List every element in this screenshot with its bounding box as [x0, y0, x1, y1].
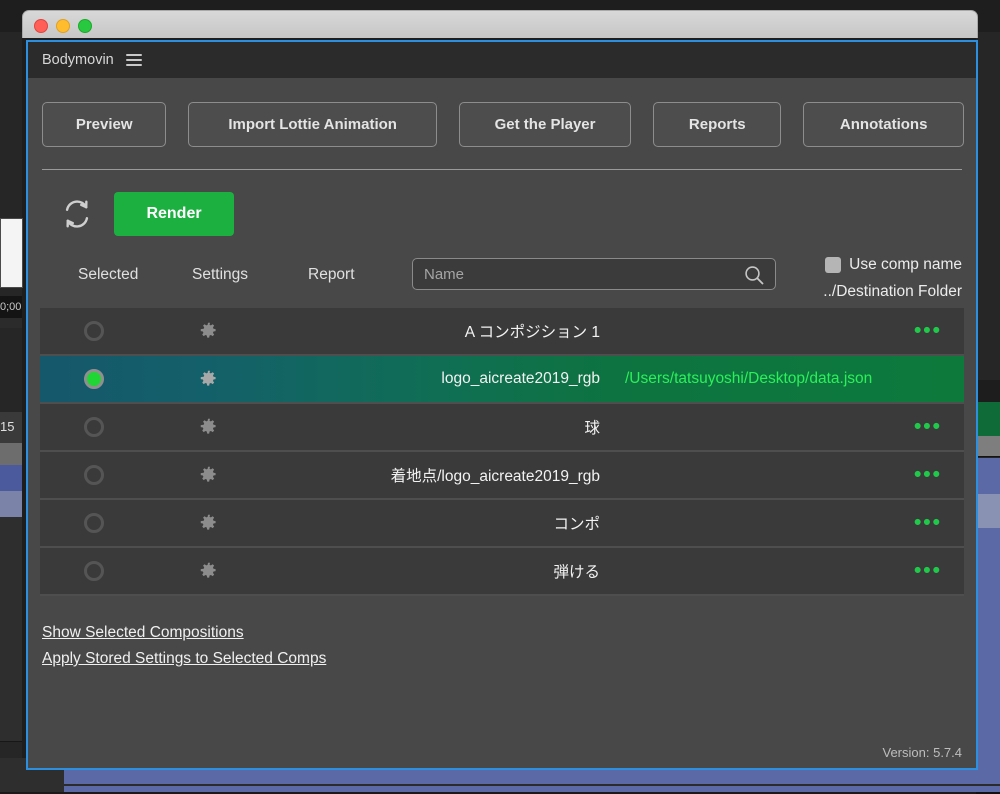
- row-menu-button[interactable]: •••: [914, 326, 942, 336]
- composition-name: 弾ける: [320, 560, 600, 582]
- table-row[interactable]: logo_aicreate2019_rgb /Users/tatsuyoshi/…: [40, 356, 964, 404]
- version-label: Version: 5.7.4: [883, 745, 963, 760]
- panel-title: Bodymovin: [42, 52, 114, 68]
- composition-name: コンポ: [320, 512, 600, 534]
- render-row: Render: [40, 170, 964, 236]
- hamburger-icon[interactable]: [126, 54, 142, 66]
- ae-frame-number: 15: [0, 412, 22, 442]
- ae-right-timeline-block: [976, 458, 1000, 496]
- composition-output-path: /Users/tatsuyoshi/Desktop/data.json: [625, 370, 872, 388]
- ae-right-gray-block: [976, 436, 1000, 457]
- traffic-lights: [34, 19, 92, 33]
- search-icon[interactable]: [743, 264, 765, 286]
- list-header: Selected Settings Report Use comp name: [40, 250, 964, 306]
- gear-icon[interactable]: [198, 320, 220, 342]
- annotations-button[interactable]: Annotations: [803, 102, 964, 147]
- select-radio[interactable]: [84, 465, 104, 485]
- select-radio[interactable]: [84, 321, 104, 341]
- ae-right-timeline-block: [976, 600, 1000, 638]
- ae-layer-row: [0, 677, 22, 710]
- application-window: Bodymovin Preview Import Lottie Animatio…: [22, 10, 978, 770]
- minimize-button[interactable]: [56, 19, 70, 33]
- use-comp-name-label: Use comp name: [849, 256, 962, 274]
- select-radio[interactable]: [84, 561, 104, 581]
- row-menu-button[interactable]: •••: [914, 518, 942, 528]
- column-header-settings: Settings: [192, 266, 248, 284]
- table-row[interactable]: 着地点/logo_aicreate2019_rgb •••: [40, 452, 964, 500]
- select-radio[interactable]: [84, 513, 104, 533]
- get-the-player-button[interactable]: Get the Player: [459, 102, 631, 147]
- composition-name: 着地点/logo_aicreate2019_rgb: [320, 464, 600, 486]
- window-titlebar: [22, 10, 978, 38]
- ae-timecode-strip: [0, 318, 22, 328]
- ae-layer-row: [0, 581, 22, 614]
- close-button[interactable]: [34, 19, 48, 33]
- ae-layer-bar: [0, 491, 22, 518]
- gear-icon[interactable]: [198, 560, 220, 582]
- gear-icon[interactable]: [198, 416, 220, 438]
- reports-button[interactable]: Reports: [653, 102, 781, 147]
- refresh-icon[interactable]: [60, 197, 94, 231]
- gear-icon[interactable]: [198, 464, 220, 486]
- row-menu-button[interactable]: •••: [914, 470, 942, 480]
- row-menu-button[interactable]: •••: [914, 566, 942, 576]
- ae-right-timeline-block: [976, 564, 1000, 602]
- ae-timeline-bar: [64, 786, 1000, 792]
- ae-right-green-block: [976, 402, 1000, 436]
- bodymovin-panel: Bodymovin Preview Import Lottie Animatio…: [26, 40, 978, 770]
- checkbox-box[interactable]: [825, 257, 841, 273]
- ae-layer-row: [0, 709, 22, 742]
- destination-folder-label[interactable]: ../Destination Folder: [823, 283, 962, 301]
- ae-layer-strip: [0, 442, 22, 466]
- zoom-button[interactable]: [78, 19, 92, 33]
- ae-right-timeline-block: [976, 636, 1000, 674]
- row-menu-button[interactable]: •••: [914, 422, 942, 432]
- column-header-report: Report: [308, 266, 355, 284]
- composition-name: A コンポジション 1: [320, 320, 600, 342]
- table-row[interactable]: A コンポジション 1 •••: [40, 308, 964, 356]
- use-comp-name-checkbox[interactable]: Use comp name: [823, 256, 962, 274]
- table-row[interactable]: 弾ける •••: [40, 548, 964, 596]
- select-radio[interactable]: [84, 369, 104, 389]
- preview-button[interactable]: Preview: [42, 102, 166, 147]
- ae-layer-row: [0, 549, 22, 582]
- toolbar-buttons: Preview Import Lottie Animation Get the …: [40, 78, 964, 147]
- gear-icon[interactable]: [198, 512, 220, 534]
- ae-preview-thumbnail: [0, 218, 23, 288]
- table-row[interactable]: コンポ •••: [40, 500, 964, 548]
- apply-stored-settings-link[interactable]: Apply Stored Settings to Selected Comps: [42, 650, 326, 668]
- ae-timecode: 0;00: [0, 296, 22, 318]
- show-selected-compositions-link[interactable]: Show Selected Compositions: [42, 624, 244, 642]
- ae-layer-bar: [0, 465, 22, 492]
- ae-layer-row: [0, 517, 22, 550]
- table-row[interactable]: 球 •••: [40, 404, 964, 452]
- render-button[interactable]: Render: [114, 192, 234, 236]
- ae-layer-row: [0, 613, 22, 646]
- composition-name: logo_aicreate2019_rgb: [320, 370, 600, 388]
- select-radio[interactable]: [84, 417, 104, 437]
- ae-right-header: [976, 380, 1000, 402]
- ae-right-timeline-block: [976, 528, 1000, 566]
- search-field[interactable]: [412, 258, 776, 290]
- ae-right-timeline-block: [976, 708, 1000, 746]
- composition-name: 球: [320, 416, 600, 438]
- ae-layer-row: [0, 645, 22, 678]
- footer-links: Show Selected Compositions Apply Stored …: [40, 624, 964, 668]
- ae-right-timeline-block: [976, 494, 1000, 530]
- panel-header: Bodymovin: [28, 42, 976, 78]
- gear-icon[interactable]: [198, 368, 220, 390]
- search-input[interactable]: [413, 265, 736, 284]
- panel-body: Preview Import Lottie Animation Get the …: [28, 78, 976, 768]
- import-lottie-button[interactable]: Import Lottie Animation: [188, 102, 437, 147]
- column-header-selected: Selected: [78, 266, 138, 284]
- composition-list: A コンポジション 1 ••• logo_aicreate2019_rgb /U…: [40, 308, 964, 596]
- options-group: Use comp name ../Destination Folder: [823, 256, 962, 301]
- ae-right-timeline-block: [976, 672, 1000, 710]
